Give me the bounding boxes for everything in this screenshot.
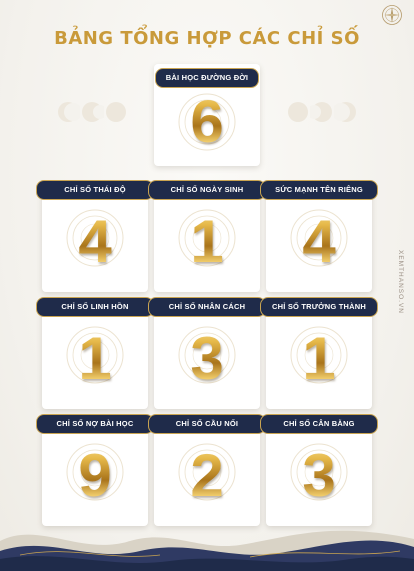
card-label: SỨC MẠNH TÊN RIÊNG	[260, 180, 378, 200]
card-number: 3	[266, 436, 372, 516]
card-label: CHỈ SỐ CÂN BẰNG	[260, 414, 378, 434]
card-soul: CHỈ SỐ LINH HỒN 1	[36, 297, 154, 409]
card-number: 9	[42, 436, 148, 516]
card-label: CHỈ SỐ NHÂN CÁCH	[148, 297, 266, 317]
moon-phase-icon	[310, 102, 332, 122]
card-label: CHỈ SỐ NỢ BÀI HỌC	[36, 414, 154, 434]
card-attitude: CHỈ SỐ THÁI ĐỘ 4	[36, 180, 154, 292]
card-label: CHỈ SỐ CẦU NỐI	[148, 414, 266, 434]
page-title: BẢNG TỔNG HỢP CÁC CHỈ SỐ	[54, 28, 360, 49]
card-number: 4	[266, 202, 372, 282]
card-number: 6	[154, 82, 260, 162]
card-number: 2	[154, 436, 260, 516]
decorative-waves	[0, 530, 414, 571]
moon-phase-icon	[58, 102, 80, 122]
card-label: CHỈ SỐ LINH HỒN	[36, 297, 154, 317]
compass-logo-icon	[382, 5, 402, 25]
card-number: 1	[154, 202, 260, 282]
card-label: CHỈ SỐ THÁI ĐỘ	[36, 180, 154, 200]
numerology-summary-page: BẢNG TỔNG HỢP CÁC CHỈ SỐ XEMTHANSO.VN BÀ…	[0, 0, 414, 571]
card-label: CHỈ SỐ TRƯỞNG THÀNH	[260, 297, 378, 317]
card-life-lesson: BÀI HỌC ĐƯỜNG ĐỜI 6	[154, 64, 260, 166]
moon-phase-icon	[106, 102, 126, 122]
card-birth-day: CHỈ SỐ NGÀY SINH 1	[148, 180, 266, 292]
watermark-text: XEMTHANSO.VN	[397, 250, 404, 315]
moon-phase-icon	[288, 102, 308, 122]
moon-phase-icon	[334, 102, 356, 122]
card-number: 3	[154, 319, 260, 399]
card-number: 1	[42, 319, 148, 399]
moon-phase-icon	[82, 102, 104, 122]
card-number: 1	[266, 319, 372, 399]
card-personality: CHỈ SỐ NHÂN CÁCH 3	[148, 297, 266, 409]
card-name-power: SỨC MẠNH TÊN RIÊNG 4	[260, 180, 378, 292]
card-number: 4	[42, 202, 148, 282]
card-maturity: CHỈ SỐ TRƯỞNG THÀNH 1	[260, 297, 378, 409]
card-label: CHỈ SỐ NGÀY SINH	[148, 180, 266, 200]
